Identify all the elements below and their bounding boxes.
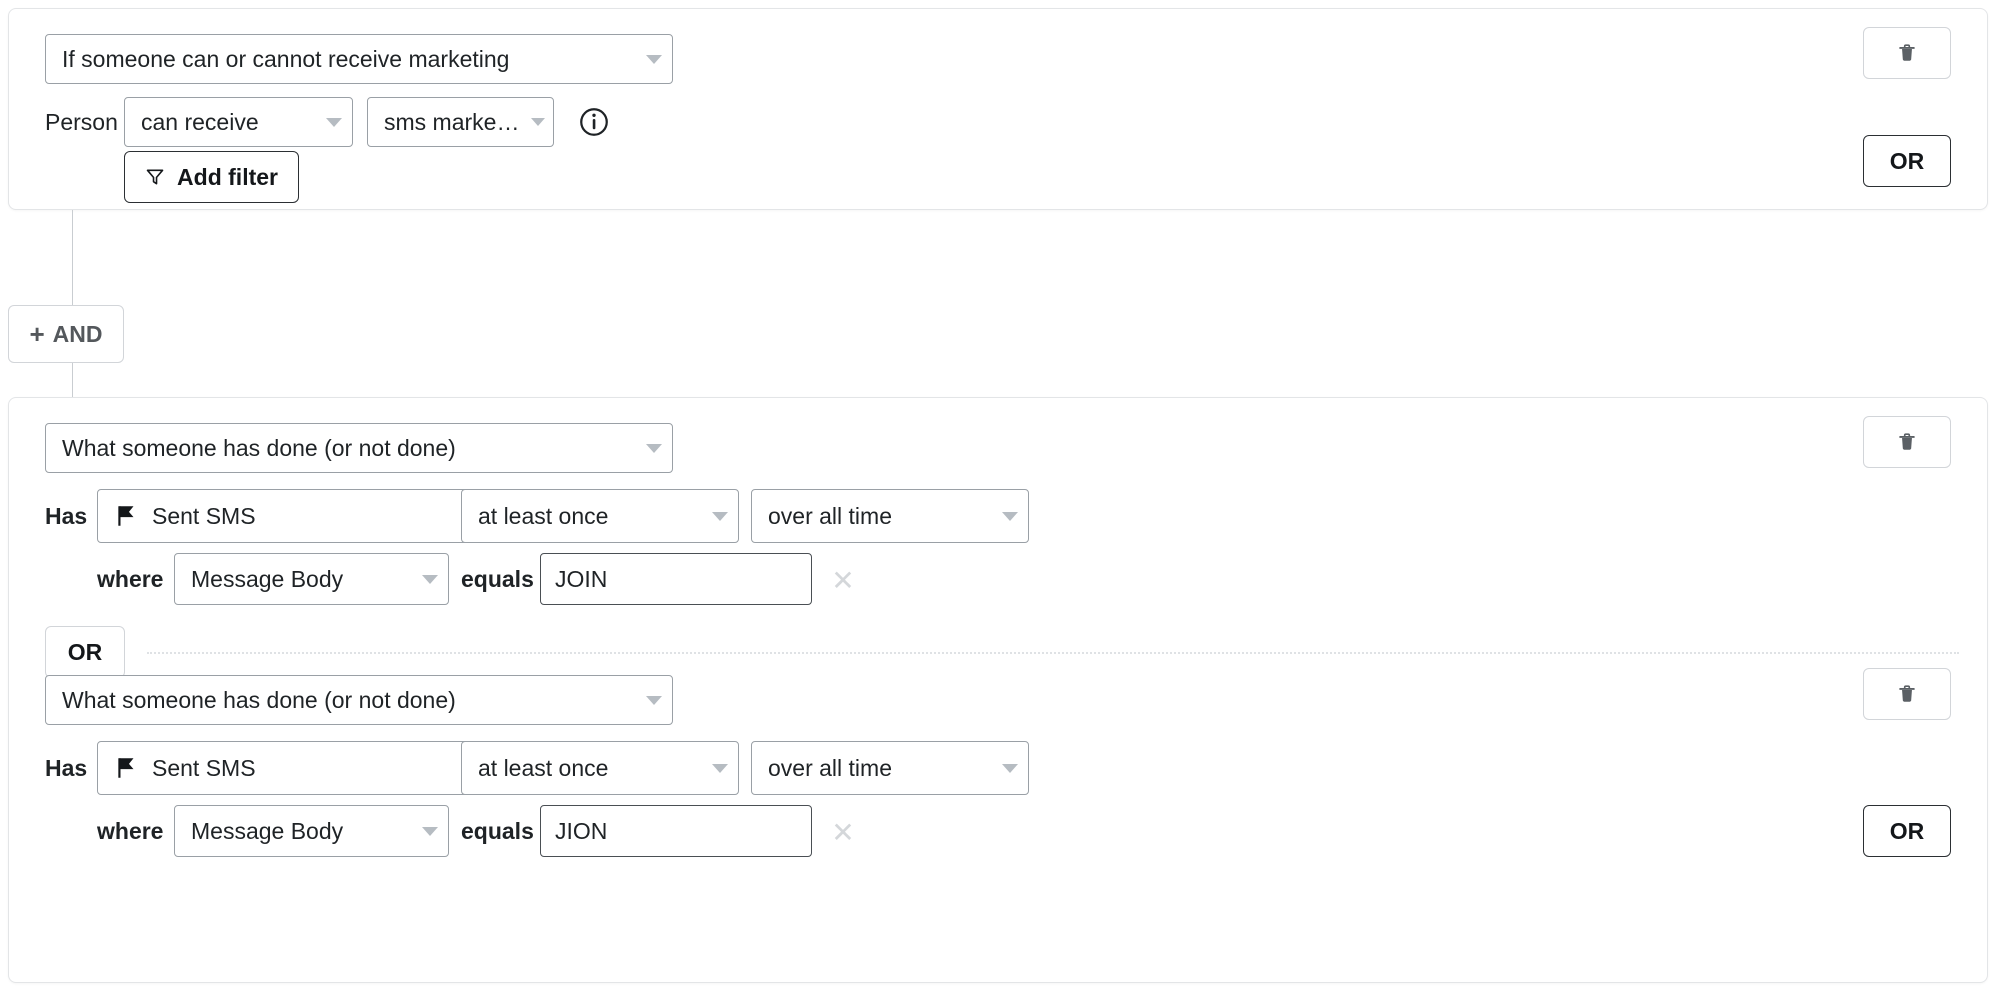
condition-type-value-a: What someone has done (or not done) [62,434,456,461]
operator-label-a: equals [461,565,534,592]
consent-value: can receive [141,108,259,135]
clear-value-button-a[interactable]: ✕ [826,563,860,597]
add-filter-label: Add filter [177,163,278,190]
clear-value-button-b[interactable]: ✕ [826,815,860,849]
value-input-b[interactable]: JION [540,805,812,857]
connector-line-top [72,210,73,305]
chevron-down-icon [712,511,728,521]
frequency-value-b: at least once [478,754,609,781]
value-input-text-a: JOIN [555,565,608,592]
or-divider-line [147,652,1959,654]
plus-icon: + [29,319,45,349]
condition-type-select-b[interactable]: What someone has done (or not done) [45,675,673,725]
chevron-down-icon [422,826,438,836]
chevron-down-icon [326,117,342,127]
metric-value-a: Sent SMS [152,502,256,529]
consent-select[interactable]: can receive [124,97,353,147]
property-value-a: Message Body [191,565,344,592]
chevron-down-icon [531,118,545,126]
add-and-group-button[interactable]: + AND [8,305,124,363]
trash-icon [1899,44,1915,61]
info-icon[interactable] [579,107,609,137]
operator-label-b: equals [461,817,534,844]
condition-card-performed-action: What someone has done (or not done) Has … [8,397,1988,983]
chevron-down-icon [712,763,728,773]
has-label-b: Has [45,754,88,781]
filter-icon [146,169,164,185]
has-label-a: Has [45,502,88,529]
chevron-down-icon [646,54,662,64]
delete-condition-button-a[interactable] [1863,416,1951,468]
delete-condition-button-b[interactable] [1863,668,1951,720]
channel-value: sms marketing [384,108,523,135]
segment-builder-canvas: If someone can or cannot receive marketi… [0,0,1996,992]
channel-select[interactable]: sms marketing [367,97,554,147]
sms-flag-icon [118,506,134,526]
condition-type-select-a[interactable]: What someone has done (or not done) [45,423,673,473]
where-label-b: where [97,817,164,844]
chevron-down-icon [646,443,662,453]
value-input-a[interactable]: JOIN [540,553,812,605]
inner-or-button[interactable]: OR [45,626,125,678]
condition-type-select[interactable]: If someone can or cannot receive marketi… [45,34,673,84]
delete-condition-button[interactable] [1863,27,1951,79]
condition-type-value-b: What someone has done (or not done) [62,686,456,713]
timeframe-value-b: over all time [768,754,892,781]
timeframe-select-a[interactable]: over all time [751,489,1029,543]
trash-icon [1899,685,1915,702]
where-label-a: where [97,565,164,592]
or-button-block-1[interactable]: OR [1863,135,1951,187]
chevron-down-icon [422,574,438,584]
chevron-down-icon [646,695,662,705]
property-value-b: Message Body [191,817,344,844]
property-select-b[interactable]: Message Body [174,805,449,857]
or-button-block-2[interactable]: OR [1863,805,1951,857]
condition-card-marketing-consent: If someone can or cannot receive marketi… [8,8,1988,210]
frequency-value-a: at least once [478,502,609,529]
add-filter-button[interactable]: Add filter [124,151,299,203]
connector-line-bottom [72,363,73,397]
frequency-select-b[interactable]: at least once [461,741,739,795]
trash-icon [1899,433,1915,450]
chevron-down-icon [1002,511,1018,521]
sms-flag-icon [118,758,134,778]
timeframe-select-b[interactable]: over all time [751,741,1029,795]
frequency-select-a[interactable]: at least once [461,489,739,543]
timeframe-value-a: over all time [768,502,892,529]
value-input-text-b: JION [555,817,608,844]
and-label: AND [52,320,103,347]
property-select-a[interactable]: Message Body [174,553,449,605]
chevron-down-icon [1002,763,1018,773]
person-label: Person [45,108,118,135]
metric-value-b: Sent SMS [152,754,256,781]
condition-type-value: If someone can or cannot receive marketi… [62,45,510,72]
